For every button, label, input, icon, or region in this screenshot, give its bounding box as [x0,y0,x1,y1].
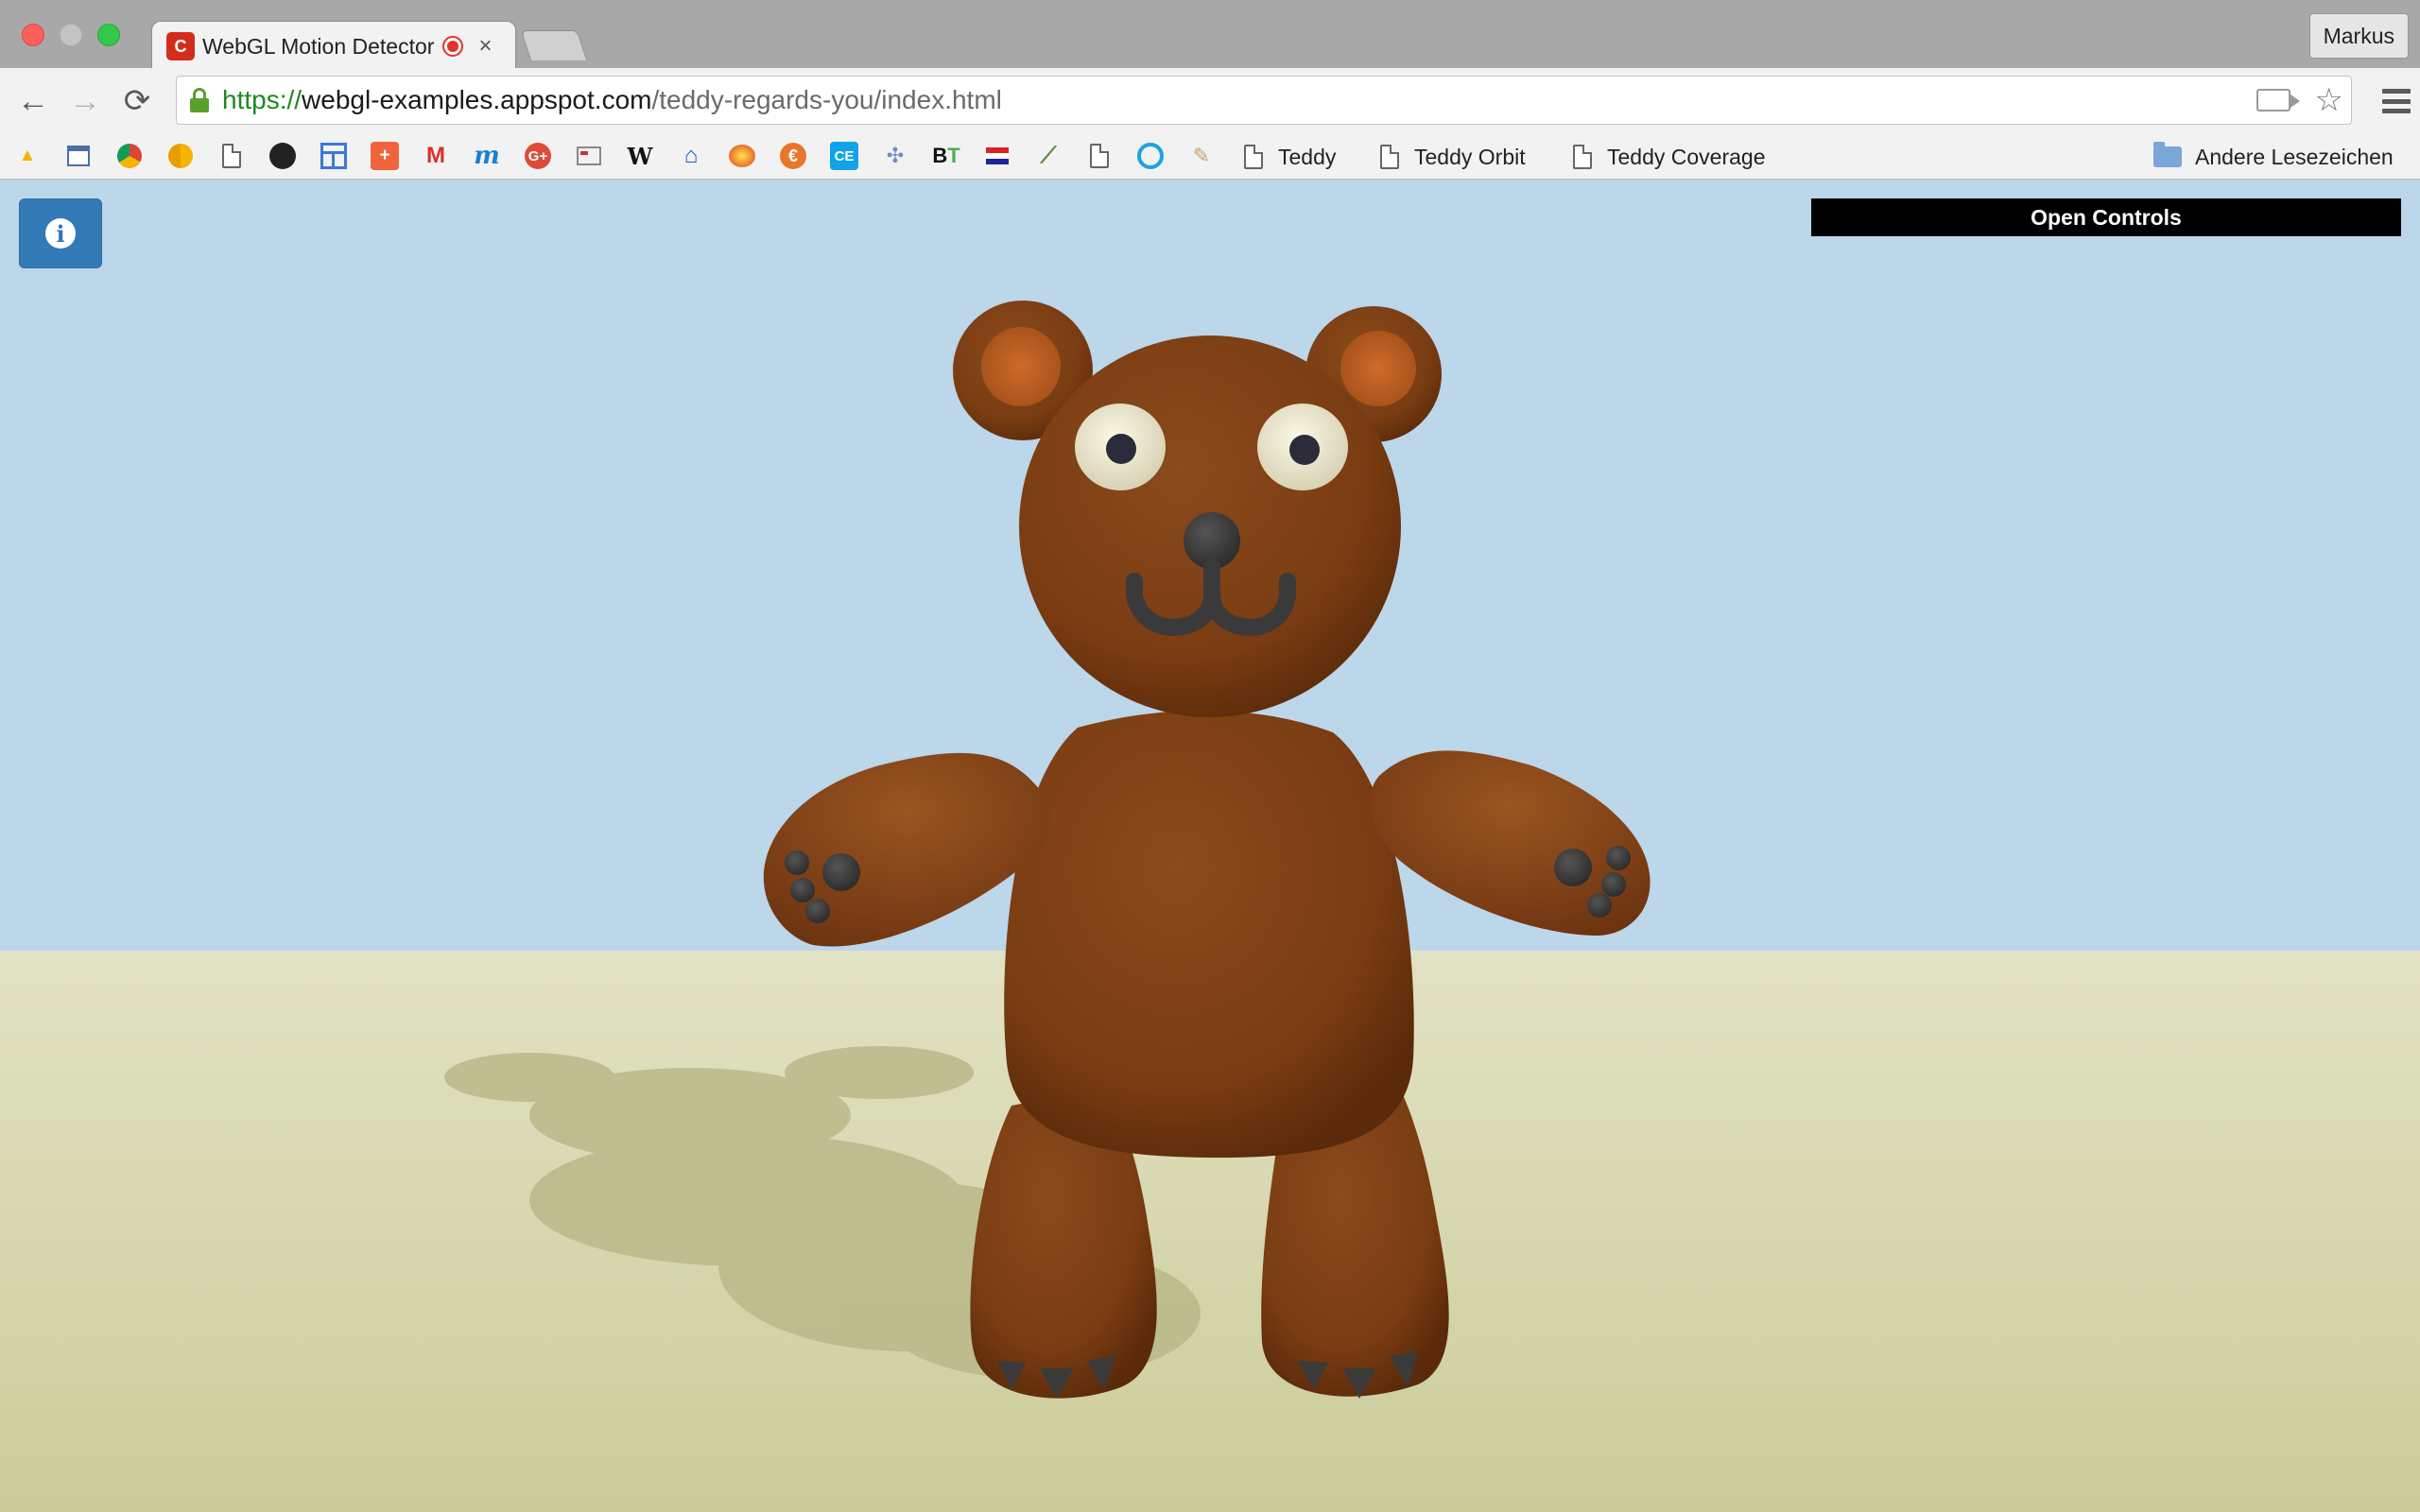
chrome-icon[interactable] [115,142,144,170]
profile-button[interactable]: Markus [2308,13,2409,59]
toolbar: ← → ⟳ https://webgl-examples.appspot.com… [0,68,2420,134]
drive-icon[interactable]: ▲ [13,142,42,170]
chrome-canary-icon[interactable] [166,142,195,170]
page-icon[interactable] [217,142,246,170]
fire-icon[interactable] [728,142,756,170]
open-controls-button[interactable]: Open Controls [1811,198,2401,236]
calendar-icon[interactable] [64,142,93,170]
bookmark-teddy[interactable]: Teddy [1244,141,1336,173]
bookmark-star-icon[interactable]: ☆ [2315,84,2343,116]
window-maximize-button[interactable] [97,24,120,46]
bookmark-label: Teddy Orbit [1414,144,1526,169]
back-button[interactable]: ← [13,81,53,121]
url-host: webgl-examples.appspot.com [302,85,652,114]
page-icon [1380,145,1399,169]
wikipedia-icon[interactable]: W [626,142,654,170]
page-icon [1244,145,1263,169]
info-button[interactable]: i [19,198,102,268]
gmail-icon[interactable]: M [422,142,450,170]
other-bookmarks-folder[interactable]: Andere Lesezeichen [2153,141,2394,173]
folder-label: Andere Lesezeichen [2195,144,2394,169]
brush-icon[interactable]: ⟋ [1034,142,1063,170]
tab-title: WebGL Motion Detector [202,33,435,59]
recording-indicator-icon [442,36,464,57]
circle-icon[interactable] [1136,142,1165,170]
m-icon[interactable]: m [473,142,501,170]
tab-strip: C WebGL Motion Detector × Markus [0,0,2420,70]
teddy-scene[interactable] [0,180,2420,1512]
window-close-button[interactable] [22,24,44,46]
forward-button[interactable]: → [65,81,105,121]
reload-button[interactable]: ⟳ [117,81,157,121]
webgl-viewport[interactable]: i Open Controls [0,180,2420,1512]
bookmark-teddy-orbit[interactable]: Teddy Orbit [1380,141,1526,173]
window-minimize-button[interactable] [60,24,82,46]
euro-icon[interactable]: € [779,142,807,170]
lock-icon[interactable] [190,88,209,112]
page-icon[interactable] [1085,142,1114,170]
url-scheme: https:// [222,85,302,114]
url-path: /teddy-regards-you/index.html [651,85,1002,114]
info-icon: i [45,218,76,249]
home-icon[interactable]: ⌂ [677,142,705,170]
google-plus-icon[interactable]: G+ [525,143,551,169]
camera-icon[interactable] [2256,89,2300,112]
bookmarks-bar: ▲ + M m G+ W ⌂ € CE ✣ BT ⟋ ✎ Teddy Teddy… [0,134,2420,180]
bookmark-teddy-coverage[interactable]: Teddy Coverage [1573,141,1766,173]
flag-icon[interactable] [983,142,1011,170]
plus-icon[interactable]: + [371,142,399,170]
bookmark-label: Teddy [1278,144,1337,169]
page-icon [1573,145,1592,169]
ce-icon[interactable]: CE [830,142,858,170]
chrome-menu-icon[interactable] [2382,89,2411,113]
draw-icon[interactable]: ✎ [1187,142,1216,170]
url-text[interactable]: https://webgl-examples.appspot.com/teddy… [222,85,1002,115]
github-icon[interactable] [268,142,297,170]
teddy-body [1004,710,1414,1158]
folder-icon [2153,142,2182,167]
layout-icon[interactable] [320,142,348,170]
bt-icon[interactable]: BT [932,142,960,170]
bookmark-label: Teddy Coverage [1607,144,1766,169]
active-tab-content[interactable]: C WebGL Motion Detector × [166,25,516,68]
favicon-icon: C [166,32,195,60]
tab-close-icon[interactable]: × [478,33,492,60]
new-tab-button[interactable] [520,30,588,60]
address-bar[interactable]: https://webgl-examples.appspot.com/teddy… [176,76,2352,125]
news-icon[interactable] [575,142,603,170]
network-icon[interactable]: ✣ [881,142,909,170]
